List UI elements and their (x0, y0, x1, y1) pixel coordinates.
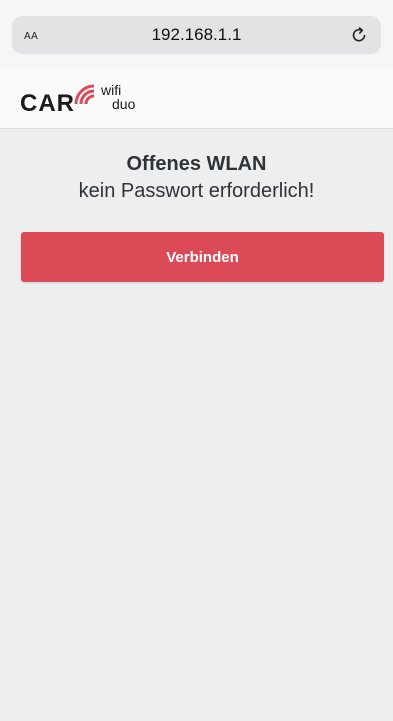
url-text[interactable]: 192.168.1.1 (12, 25, 381, 45)
page-title: Offenes WLAN (126, 153, 267, 175)
reload-icon[interactable] (349, 25, 369, 45)
logo-brand-text: CAR (20, 90, 75, 117)
connect-button[interactable]: Verbinden (21, 232, 384, 282)
site-header: CAR wifi duo (0, 68, 393, 129)
carwifi-logo[interactable]: CAR wifi duo (20, 78, 170, 120)
address-bar[interactable]: AA 192.168.1.1 (12, 16, 381, 54)
logo-duo-text: duo (112, 96, 136, 112)
page-subtitle: kein Passwort erforderlich! (78, 180, 315, 202)
browser-screen: AA 192.168.1.1 CAR wifi duo Offenes WLAN… (0, 0, 393, 721)
browser-toolbar: AA 192.168.1.1 (0, 0, 393, 68)
wifi-signal-icon (74, 84, 95, 105)
main-content: Offenes WLAN kein Passwort erforderlich!… (0, 129, 393, 721)
